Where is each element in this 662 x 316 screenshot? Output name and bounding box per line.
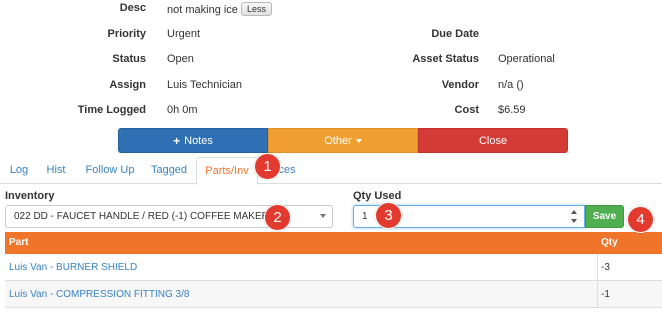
inventory-label: Inventory [5, 190, 55, 202]
close-label: Close [478, 134, 508, 147]
assign-row: Assign Luis Technician Vendor n/a () [0, 78, 662, 98]
other-dropdown-button[interactable]: Other [268, 128, 418, 153]
tab-parts-inv[interactable]: Parts/Inv [196, 157, 258, 185]
notes-button[interactable]: + Notes [118, 128, 268, 153]
due-date-label: Due Date [431, 28, 479, 40]
qty-cell: -1 [601, 289, 610, 300]
table-row: Luis Van - BURNER SHIELD -3 [5, 254, 662, 281]
plus-icon: + [173, 133, 181, 148]
other-label: Other [324, 134, 352, 147]
status-value: Open [167, 53, 194, 65]
part-link[interactable]: Luis Van - BURNER SHIELD [9, 254, 137, 281]
time-logged-row: Time Logged 0h 0m Cost $6.59 [0, 103, 662, 123]
tab-follow-up[interactable]: Follow Up [80, 157, 140, 184]
annotation-badge-3: 3 [375, 202, 402, 229]
column-divider [597, 281, 598, 307]
time-logged-value: 0h 0m [167, 104, 198, 116]
desc-value: not making ice Less [167, 2, 272, 16]
qty-value: 1 [362, 211, 368, 222]
annotation-badge-4: 4 [627, 206, 654, 233]
tab-tagged[interactable]: Tagged [146, 157, 192, 184]
tab-log[interactable]: Log [4, 157, 34, 184]
qty-column-header: Qty [601, 237, 618, 248]
assign-label: Assign [109, 79, 146, 91]
chevron-down-icon [320, 214, 326, 218]
cost-label: Cost [454, 104, 479, 116]
parts-table: Part Qty Luis Van - BURNER SHIELD -3 Lui… [5, 232, 662, 308]
caret-down-icon [355, 138, 362, 143]
asset-status-value: Operational [498, 53, 555, 65]
stepper-icon[interactable] [571, 210, 578, 223]
tab-hist[interactable]: Hist [40, 157, 72, 184]
part-column-header: Part [9, 237, 29, 248]
notes-label: Notes [184, 134, 213, 147]
annotation-badge-2: 2 [264, 204, 291, 231]
priority-row: Priority Urgent Due Date [0, 27, 662, 47]
priority-label: Priority [107, 28, 146, 40]
priority-value: Urgent [167, 28, 201, 40]
qty-cell: -3 [601, 262, 610, 273]
status-row: Status Open Asset Status Operational [0, 52, 662, 72]
action-bar: + Notes Other Close [118, 128, 568, 153]
vendor-label: Vendor [441, 79, 479, 91]
part-link[interactable]: Luis Van - COMPRESSION FITTING 3/8 [9, 281, 189, 308]
annotation-badge-1: 1 [254, 153, 281, 180]
status-label: Status [112, 53, 146, 65]
desc-text: not making ice [167, 4, 238, 16]
less-button[interactable]: Less [240, 2, 272, 16]
desc-label: Desc [119, 2, 146, 14]
column-divider [597, 254, 598, 280]
desc-row: Desc not making ice Less [0, 0, 662, 20]
close-button[interactable]: Close [418, 128, 568, 153]
table-header: Part Qty [5, 232, 662, 254]
save-button[interactable]: Save [585, 205, 624, 228]
assign-value: Luis Technician [167, 79, 243, 91]
cost-value: $6.59 [498, 104, 526, 116]
time-logged-label: Time Logged [77, 104, 146, 116]
vendor-value: n/a () [498, 79, 524, 91]
asset-status-label: Asset Status [412, 53, 479, 65]
qty-used-label: Qty Used [353, 190, 402, 202]
tab-bar: Log Hist Follow Up Tagged Parts/Inv oice… [0, 157, 662, 185]
table-row: Luis Van - COMPRESSION FITTING 3/8 -1 [5, 281, 662, 308]
inventory-selected-value: 022 DD - FAUCET HANDLE / RED (-1) COFFEE… [14, 211, 269, 222]
